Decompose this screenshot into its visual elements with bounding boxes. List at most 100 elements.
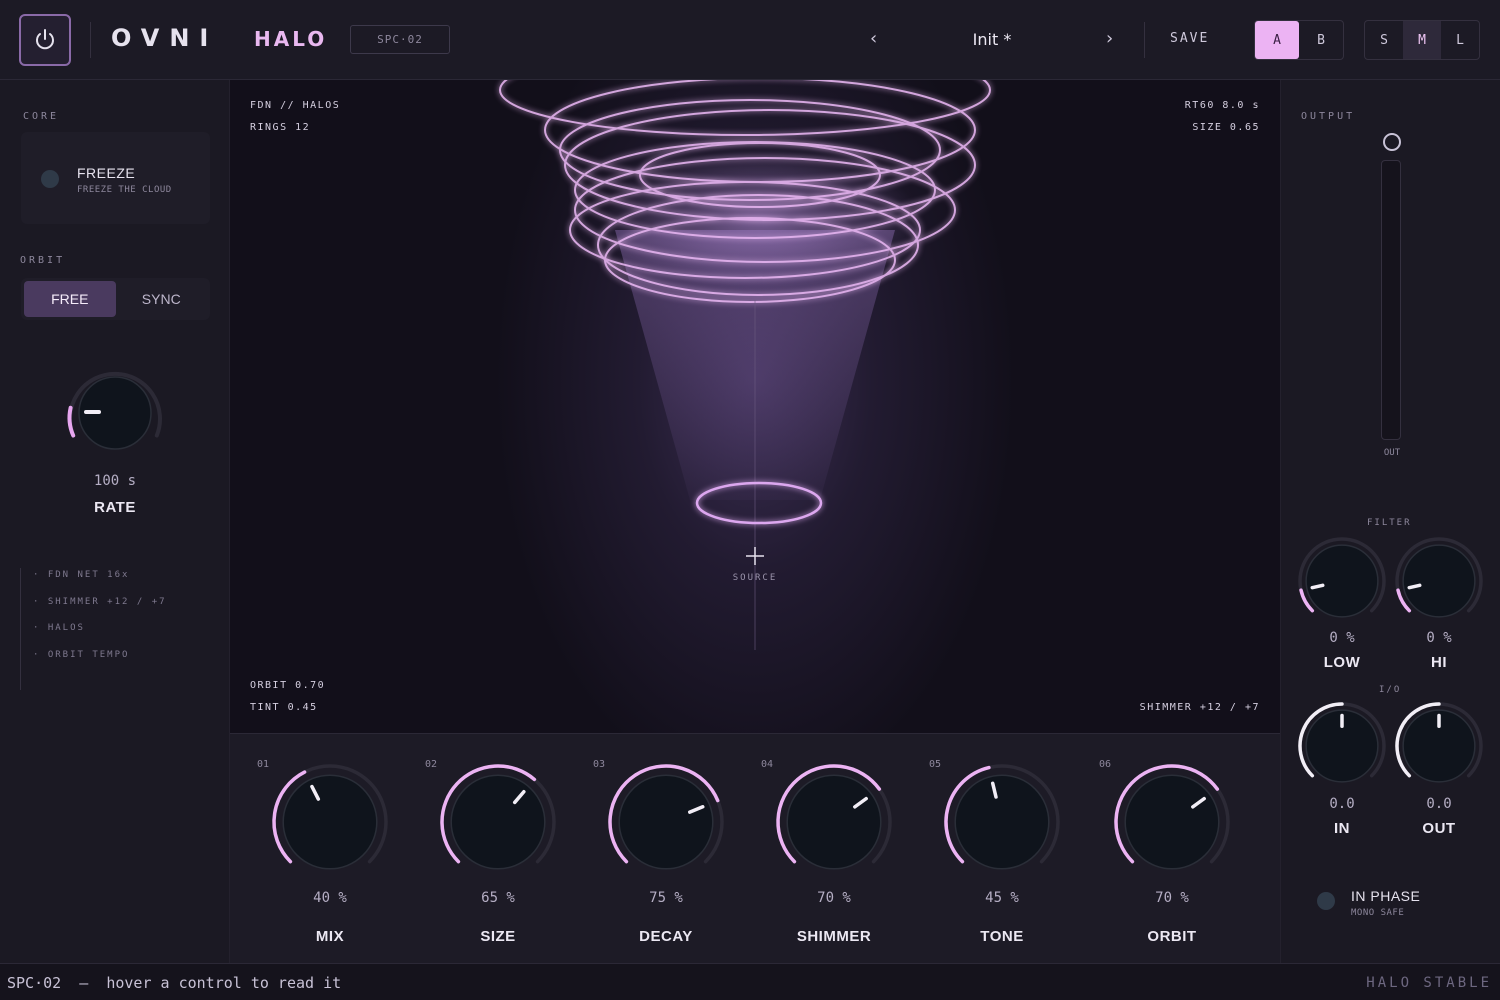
orbit-free-button[interactable]: FREE	[24, 281, 116, 317]
tone-label: TONE	[980, 928, 1024, 945]
orbit-section-label: ORBIT	[20, 255, 66, 266]
feature-item: · FDN NET 16x	[33, 570, 130, 580]
rate-knob-arc	[67, 405, 76, 438]
knob-index: 04	[761, 759, 774, 770]
save-button[interactable]: SAVE	[1170, 31, 1209, 46]
rate-label: RATE	[94, 499, 136, 516]
knob-index: 03	[593, 759, 606, 770]
knob-body	[786, 774, 882, 870]
power-icon	[36, 29, 54, 50]
product-name: HALO	[254, 27, 328, 51]
mix-value: 40 %	[313, 890, 347, 906]
filter-section-label: FILTER	[1367, 518, 1412, 528]
decay-label: DECAY	[639, 928, 693, 945]
feature-item: · ORBIT TEMPO	[33, 649, 130, 660]
io-section-label: I/O	[1379, 685, 1402, 695]
output-section-label: OUTPUT	[1301, 111, 1356, 122]
main-knob-strip: 01 40 % MIX 02 65 % SIZE 03 75 % DECAY 04 70 % SHIM…	[230, 733, 1280, 963]
divider	[90, 22, 91, 58]
ui-size-group: S M L	[1364, 20, 1480, 60]
hi-filter-value: 0 %	[1426, 630, 1452, 646]
header: OVNI HALO SPC·02 ‹ Init * › SAVE A B S M…	[0, 0, 1500, 80]
size-s-button[interactable]: S	[1365, 21, 1403, 59]
in-phase-title: IN PHASE	[1351, 888, 1421, 904]
feature-item: · HALOS	[33, 623, 85, 634]
viz-orbit-readout: ORBIT 0.70	[250, 680, 326, 691]
feature-item: · SHIMMER +12 / +7	[33, 596, 167, 607]
viz-size-readout: SIZE 0.65	[1192, 122, 1260, 133]
output-gain-knob[interactable]	[1393, 700, 1485, 792]
input-gain-knob[interactable]	[1296, 700, 1388, 792]
model-tag: SPC·02	[350, 25, 450, 54]
mix-label: MIX	[315, 928, 345, 945]
orbit-mode-switch: FREE SYNC	[21, 278, 210, 320]
status-hint: SPC·02 — hover a control to read it	[7, 974, 342, 992]
knob-index: 05	[929, 759, 942, 770]
right-panel: OUTPUT OUT FILTER 0 % LOW 0 % HI I/O 0.0…	[1280, 80, 1500, 963]
compare-b-button[interactable]: B	[1299, 21, 1343, 59]
shimmer-value: 70 %	[817, 890, 851, 906]
output-meter	[1381, 160, 1401, 440]
orbit-sync-button[interactable]: SYNC	[116, 281, 208, 317]
hi-filter-knob[interactable]	[1393, 535, 1485, 627]
viz-rings-readout: RINGS 12	[250, 122, 311, 133]
freeze-title: FREEZE	[77, 165, 136, 181]
in-phase-led-icon	[1317, 892, 1335, 910]
output-gain-label: OUT	[1422, 820, 1456, 837]
size-knob[interactable]	[438, 762, 558, 882]
rate-value: 100 s	[93, 473, 137, 489]
knob-pointer	[1407, 583, 1422, 590]
size-label: SIZE	[480, 928, 516, 945]
feature-list: · FDN NET 16x · SHIMMER +12 / +7 · HALOS…	[20, 568, 167, 690]
knob-body	[618, 774, 714, 870]
brand-logo: OVNI	[111, 24, 219, 52]
orbit-knob[interactable]	[1112, 762, 1232, 882]
tone-value: 45 %	[985, 890, 1019, 906]
output-meter-label: OUT	[1383, 448, 1401, 458]
power-button[interactable]	[19, 14, 71, 66]
ab-compare-group: A B	[1254, 20, 1344, 60]
viz-rt60-readout: RT60 8.0 s	[1184, 100, 1260, 111]
mix-knob[interactable]	[270, 762, 390, 882]
output-gain-value: 0.0	[1426, 796, 1452, 812]
viz-tint-readout: TINT 0.45	[250, 702, 318, 713]
knob-body	[1124, 774, 1220, 870]
left-panel: CORE FREEZE FREEZE THE CLOUD ORBIT FREE …	[0, 80, 230, 963]
rate-knob[interactable]	[55, 355, 175, 475]
low-filter-value: 0 %	[1329, 630, 1355, 646]
orbit-value: 70 %	[1155, 890, 1189, 906]
knob-body	[1305, 544, 1379, 618]
freeze-toggle[interactable]: FREEZE FREEZE THE CLOUD	[21, 132, 210, 224]
knob-index: 02	[425, 759, 438, 770]
knob-body	[450, 774, 546, 870]
output-clip-indicator	[1383, 133, 1401, 151]
knob-index: 06	[1099, 759, 1112, 770]
input-gain-value: 0.0	[1329, 796, 1355, 812]
preset-name[interactable]: Init *	[940, 30, 1044, 49]
status-state: HALO STABLE	[1366, 975, 1492, 991]
viz-shimmer-readout: SHIMMER +12 / +7	[1139, 702, 1260, 713]
low-filter-knob[interactable]	[1296, 535, 1388, 627]
input-gain-label: IN	[1334, 820, 1350, 837]
decay-value: 75 %	[649, 890, 683, 906]
preset-next-button[interactable]: ›	[1106, 28, 1113, 49]
freeze-led-icon	[41, 170, 59, 188]
size-m-button[interactable]: M	[1403, 21, 1441, 59]
in-phase-subtitle: MONO SAFE	[1351, 908, 1405, 918]
orbit-label: ORBIT	[1147, 928, 1197, 945]
knob-body	[954, 774, 1050, 870]
preset-prev-button[interactable]: ‹	[870, 28, 877, 49]
size-l-button[interactable]: L	[1441, 21, 1479, 59]
halo-rings-graphic	[499, 80, 991, 650]
status-bar: SPC·02 — hover a control to read it HALO…	[0, 963, 1500, 1000]
shimmer-knob[interactable]	[774, 762, 894, 882]
divider	[1144, 22, 1145, 58]
source-crosshair-icon	[746, 547, 764, 565]
halo-visualizer[interactable]: FDN // HALOS RINGS 12 RT60 8.0 s SIZE 0.…	[230, 80, 1280, 733]
tone-knob[interactable]	[942, 762, 1062, 882]
decay-knob[interactable]	[606, 762, 726, 882]
compare-a-button[interactable]: A	[1255, 21, 1299, 59]
source-label: SOURCE	[732, 573, 778, 583]
shimmer-label: SHIMMER	[796, 928, 872, 945]
knob-pointer	[1310, 583, 1325, 590]
